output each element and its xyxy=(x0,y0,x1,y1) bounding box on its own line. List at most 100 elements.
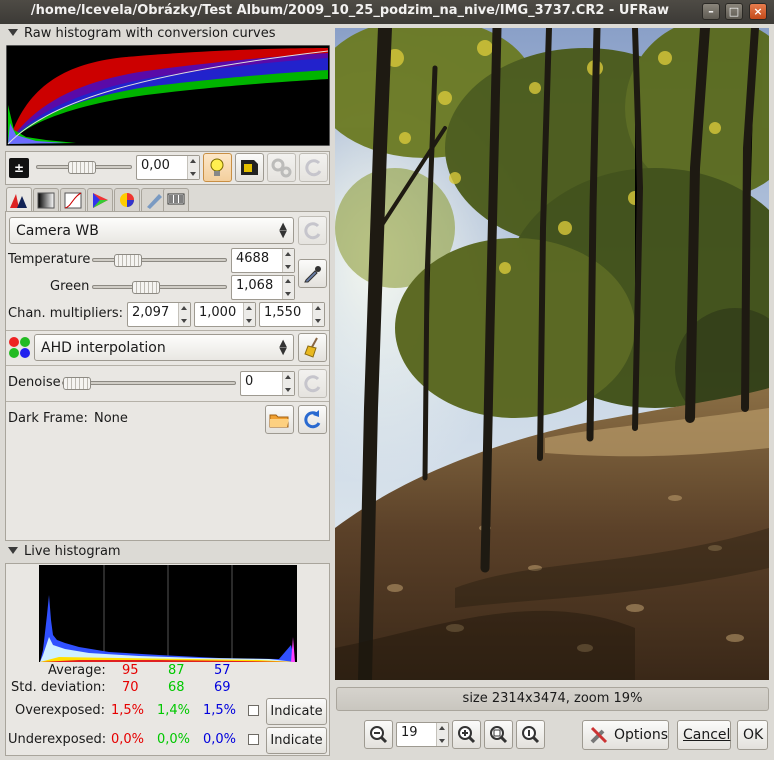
overexposed-red: 1,5% xyxy=(111,703,145,718)
exposure-icon: ± xyxy=(9,158,29,178)
std-deviation-label: Std. deviation: xyxy=(11,680,106,695)
wb-preset-value: Camera WB xyxy=(16,223,99,239)
zoom-100-icon xyxy=(522,726,540,744)
indicate-underexposed-button[interactable]: Indicate xyxy=(266,727,327,754)
underexposed-checkbox[interactable] xyxy=(248,734,259,745)
tab-exif[interactable] xyxy=(163,188,189,212)
options-label: Options xyxy=(614,727,669,743)
ok-button[interactable]: OK xyxy=(737,720,768,750)
green-spin[interactable]: 1,068 xyxy=(231,275,295,300)
combo-arrows-icon: ▲ ▼ xyxy=(279,221,287,240)
live-histogram xyxy=(39,565,297,662)
temperature-label: Temperature xyxy=(8,252,91,267)
reset-denoise-button[interactable] xyxy=(298,369,327,398)
interpolation-combo[interactable]: AHD interpolation ▲ ▼ xyxy=(34,334,294,361)
status-bar: size 2314x3474, zoom 19% xyxy=(336,687,769,711)
indicate-overexposed-button[interactable]: Indicate xyxy=(266,698,327,725)
bayer-pattern-icon xyxy=(9,337,30,358)
title-bar: /home/lcevela/Obrázky/Test Album/2009_10… xyxy=(0,0,774,24)
expander-arrow-icon xyxy=(8,29,18,36)
grayscale-icon xyxy=(37,192,55,209)
chan-multipliers-label: Chan. multipliers: xyxy=(8,306,123,321)
chan-g-spin[interactable]: 1,000 xyxy=(194,302,256,327)
spot-wb-button[interactable] xyxy=(298,259,327,288)
zoom-100-button[interactable] xyxy=(516,720,545,749)
dark-frame-value: None xyxy=(94,411,128,426)
tab-white-balance[interactable] xyxy=(6,187,32,213)
reset-dark-frame-button[interactable] xyxy=(298,405,327,434)
white-balance-icon xyxy=(10,194,27,208)
raw-histogram-label: Raw histogram with conversion curves xyxy=(24,26,276,41)
close-button[interactable]: × xyxy=(749,3,767,20)
reset-exposure-button[interactable] xyxy=(299,153,328,182)
zoom-value: 19 xyxy=(401,725,418,740)
minimize-button[interactable]: – xyxy=(702,3,720,20)
exposure-spin[interactable]: 0,00 xyxy=(136,155,200,180)
dark-frame-label: Dark Frame: xyxy=(8,411,88,426)
combo-arrows-icon: ▲ ▼ xyxy=(279,338,287,357)
raw-histogram-expander[interactable]: Raw histogram with conversion curves xyxy=(6,26,276,41)
chan-b-value: 1,550 xyxy=(264,305,302,320)
overexposed-green: 1,4% xyxy=(157,703,191,718)
options-button[interactable]: Options xyxy=(582,720,669,750)
average-red: 95 xyxy=(122,663,139,678)
exposure-value: 0,00 xyxy=(141,158,170,173)
ok-label: OK xyxy=(743,727,764,743)
chan-g-value: 1,000 xyxy=(199,305,237,320)
average-blue: 57 xyxy=(214,663,231,678)
std-deviation-red: 70 xyxy=(122,680,139,695)
green-slider-knob[interactable] xyxy=(132,281,160,294)
tab-color-management[interactable] xyxy=(87,188,113,212)
zoom-fit-button[interactable] xyxy=(484,720,513,749)
interpolation-value: AHD interpolation xyxy=(41,340,166,356)
denoise-spin[interactable]: 0 xyxy=(240,371,295,396)
color-wheel-icon xyxy=(120,193,134,207)
exposure-slider-knob[interactable] xyxy=(68,161,96,174)
underexposed-blue: 0,0% xyxy=(203,732,237,747)
auto-exposure-button[interactable] xyxy=(203,153,232,182)
folder-icon xyxy=(269,414,289,428)
denoise-label: Denoise xyxy=(8,375,61,390)
maximize-button[interactable]: □ xyxy=(725,3,743,20)
temperature-slider[interactable] xyxy=(92,258,227,262)
overexposed-checkbox[interactable] xyxy=(248,705,259,716)
zoom-in-icon xyxy=(458,726,476,744)
chan-r-spin[interactable]: 2,097 xyxy=(127,302,191,327)
live-histogram-expander[interactable]: Live histogram xyxy=(6,544,121,559)
bulb-icon xyxy=(210,158,224,176)
average-green: 87 xyxy=(168,663,185,678)
tab-grayscale[interactable] xyxy=(33,188,59,212)
zoom-spin[interactable]: 19 xyxy=(396,722,449,747)
clean-button[interactable] xyxy=(298,333,327,362)
reset-icon xyxy=(304,375,321,393)
underexposed-label: Underexposed: xyxy=(8,732,107,747)
wb-preset-combo[interactable]: Camera WB ▲ ▼ xyxy=(9,217,294,244)
green-label: Green xyxy=(50,279,90,294)
temperature-spin[interactable]: 4688 xyxy=(231,248,295,273)
underexposed-red: 0,0% xyxy=(111,732,145,747)
clip-highlights-icon xyxy=(241,160,258,175)
zoom-fit-icon xyxy=(490,726,508,744)
denoise-slider-knob[interactable] xyxy=(63,377,91,390)
chan-r-value: 2,097 xyxy=(132,305,170,320)
gear-settings-button[interactable] xyxy=(267,153,296,182)
tools-icon xyxy=(590,726,608,744)
expander-arrow-icon xyxy=(8,547,18,554)
restore-details-button[interactable] xyxy=(235,153,264,182)
exif-icon xyxy=(167,193,185,205)
load-dark-frame-button[interactable] xyxy=(265,405,294,434)
zoom-out-button[interactable] xyxy=(364,720,393,749)
tab-base-curve[interactable] xyxy=(60,188,86,212)
reset-icon xyxy=(304,410,321,429)
zoom-in-button[interactable] xyxy=(452,720,481,749)
std-deviation-green: 68 xyxy=(168,680,185,695)
reset-wb-button[interactable] xyxy=(298,216,327,245)
window-title: /home/lcevela/Obrázky/Test Album/2009_10… xyxy=(30,3,670,18)
cancel-button[interactable]: Cancel xyxy=(677,720,731,750)
gears-icon xyxy=(271,158,292,178)
chan-b-spin[interactable]: 1,550 xyxy=(259,302,325,327)
tab-corrections[interactable] xyxy=(114,188,140,212)
denoise-value: 0 xyxy=(245,374,254,389)
preview-image[interactable] xyxy=(335,28,769,680)
temperature-slider-knob[interactable] xyxy=(114,254,142,267)
